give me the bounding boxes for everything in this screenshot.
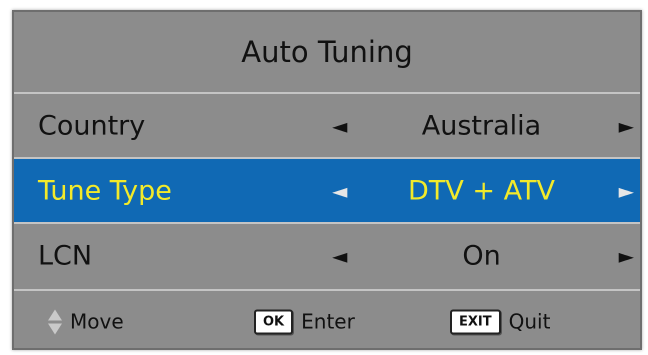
down-triangle-icon [48, 323, 62, 334]
up-triangle-icon [48, 309, 62, 320]
menu-row-country[interactable]: Country ◄ Australia ► [14, 92, 640, 157]
row-label: LCN [38, 240, 93, 271]
arrow-left-icon[interactable]: ◄ [332, 116, 347, 136]
row-value: On [462, 240, 501, 271]
row-value: Australia [421, 110, 542, 141]
row-label: Tune Type [38, 175, 172, 206]
arrow-left-icon[interactable]: ◄ [332, 246, 347, 266]
menu-row-tune-type[interactable]: Tune Type ◄ DTV + ATV ► [14, 157, 640, 222]
quit-hint: EXIT Quit [450, 309, 550, 334]
move-label: Move [70, 309, 124, 334]
enter-label: Enter [301, 309, 355, 334]
move-hint: Move [48, 309, 124, 334]
up-down-icon [48, 309, 62, 334]
enter-hint: OK Enter [254, 309, 355, 334]
menu-rows: Country ◄ Australia ► Tune Type ◄ DTV + … [14, 92, 640, 287]
menu-row-lcn[interactable]: LCN ◄ On ► [14, 222, 640, 287]
auto-tuning-menu: Auto Tuning Country ◄ Australia ► Tune T… [12, 10, 642, 350]
arrow-right-icon[interactable]: ► [619, 116, 634, 136]
row-value: DTV + ATV [408, 175, 555, 206]
arrow-left-icon[interactable]: ◄ [332, 181, 347, 201]
row-label: Country [38, 110, 146, 141]
arrow-right-icon[interactable]: ► [619, 181, 634, 201]
exit-key-icon: EXIT [450, 309, 501, 334]
ok-key-icon: OK [254, 309, 294, 334]
menu-title: Auto Tuning [14, 12, 640, 92]
footer-hints: Move OK Enter EXIT Quit [14, 289, 640, 348]
arrow-right-icon[interactable]: ► [619, 246, 634, 266]
quit-label: Quit [508, 309, 551, 334]
